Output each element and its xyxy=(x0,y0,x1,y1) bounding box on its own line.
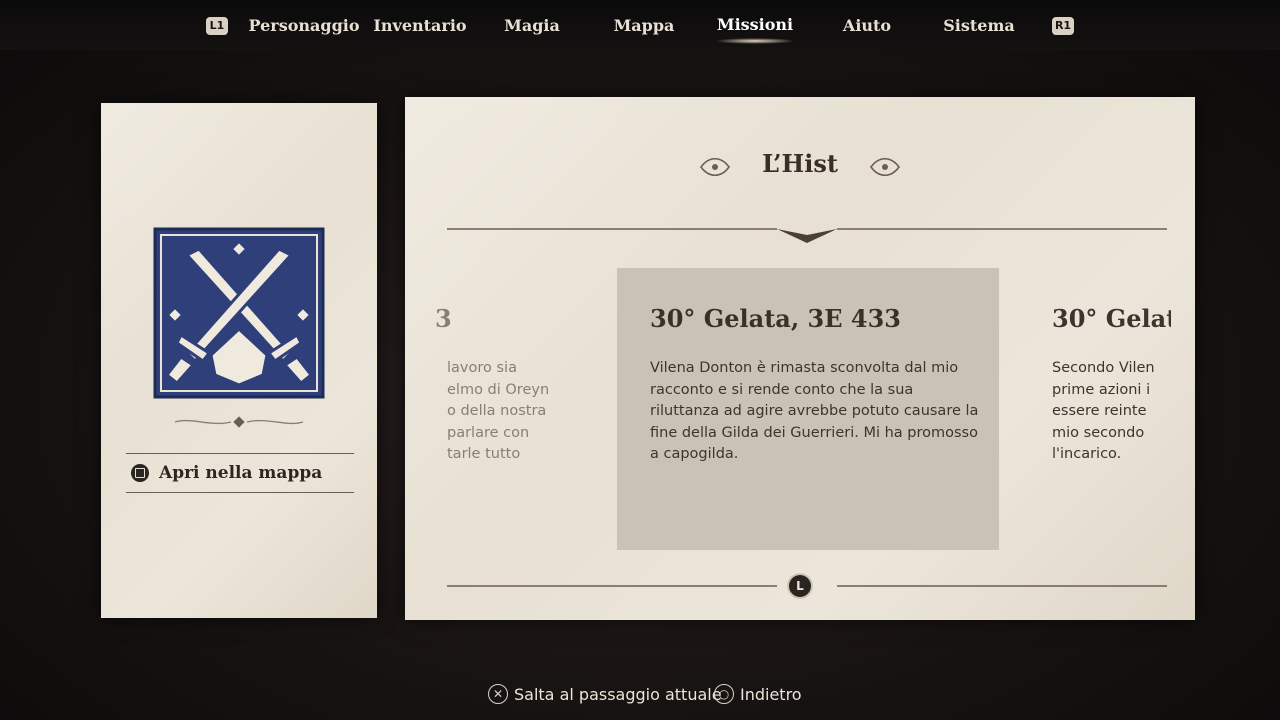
tab-inventario[interactable]: Inventario xyxy=(355,8,485,44)
skip-hint[interactable]: ✕ Salta al passaggio attuale xyxy=(488,684,722,704)
entry-date: 3 xyxy=(435,304,452,333)
back-hint-label: Indietro xyxy=(740,684,802,704)
open-in-map-label: Apri nella mappa xyxy=(159,463,323,483)
tab-magia[interactable]: Magia xyxy=(467,8,597,44)
active-tab-indicator xyxy=(715,38,795,44)
skip-hint-label: Salta al passaggio attuale xyxy=(514,684,722,704)
tab-aiuto[interactable]: Aiuto xyxy=(802,8,932,44)
r1-button[interactable]: R1 xyxy=(1052,17,1074,35)
back-hint[interactable]: ○ Indietro xyxy=(714,684,802,704)
entry-text: lavoro sia elmo di Oreyn o della nostra … xyxy=(447,360,550,462)
header-divider xyxy=(447,228,1167,243)
button-hints: ✕ Salta al passaggio attuale ○ Indietro xyxy=(0,680,1280,710)
top-navigation: L1 Personaggio Inventario Magia Mappa Mi… xyxy=(0,0,1280,50)
square-button-icon xyxy=(131,464,149,482)
previous-entry[interactable]: 3 lavoro sia elmo di Oreyn o della nostr… xyxy=(435,268,605,550)
divider xyxy=(126,492,354,493)
l1-button[interactable]: L1 xyxy=(206,17,228,35)
left-stick-button[interactable]: L xyxy=(789,575,811,597)
quest-title: L’Hist xyxy=(762,149,838,178)
entry-text: Secondo Vilen prime azioni i essere rein… xyxy=(1052,360,1155,462)
entry-date: 30° Gelat xyxy=(1052,304,1171,333)
entry-text: Vilena Donton è rimasta sconvolta dal mi… xyxy=(650,360,979,462)
right-flourish-icon xyxy=(870,157,900,177)
divider xyxy=(126,453,354,454)
crossed-swords-icon xyxy=(153,227,325,399)
next-entry[interactable]: 30° Gelat Secondo Vilen prime azioni i e… xyxy=(1019,268,1171,550)
open-in-map-button[interactable]: Apri nella mappa xyxy=(131,458,356,488)
tab-personaggio[interactable]: Personaggio xyxy=(239,8,369,44)
entry-date: 30° Gelata, 3E 433 xyxy=(650,304,901,333)
tab-sistema[interactable]: Sistema xyxy=(914,8,1044,44)
quest-info-panel: Apri nella mappa xyxy=(101,103,377,618)
cross-button-icon: ✕ xyxy=(488,684,508,704)
ornamental-divider xyxy=(174,416,304,428)
quest-journal-panel: L’Hist 3 lavoro sia elmo di Oreyn o dell… xyxy=(405,97,1195,620)
current-entry[interactable]: 30° Gelata, 3E 433 Vilena Donton è rimas… xyxy=(617,268,999,550)
circle-button-icon: ○ xyxy=(714,684,734,704)
